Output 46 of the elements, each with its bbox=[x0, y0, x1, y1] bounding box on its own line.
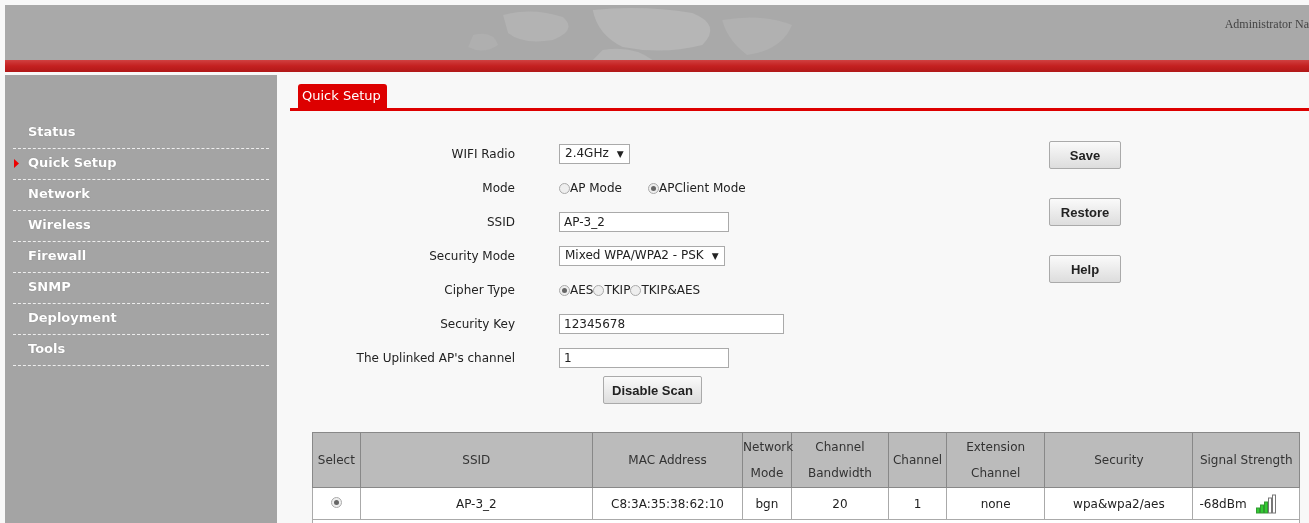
disable-scan-button[interactable]: Disable Scan bbox=[603, 376, 702, 404]
signal-icon bbox=[1256, 493, 1279, 514]
radio-button[interactable] bbox=[559, 284, 570, 296]
table-cell: none bbox=[946, 487, 1045, 520]
column-header: Extension Channel bbox=[946, 432, 1045, 488]
action-button[interactable]: Save bbox=[1049, 141, 1121, 169]
dropdown[interactable]: 2.4GHz ▼ bbox=[559, 144, 630, 164]
field-label: Security Mode bbox=[428, 249, 515, 263]
table-cell: 1 bbox=[888, 487, 947, 520]
table-cell: -68dBm bbox=[1199, 496, 1247, 511]
dropdown[interactable]: Mixed WPA/WPA2 - PSK ▼ bbox=[559, 246, 725, 266]
field-label: SSID bbox=[486, 215, 515, 229]
radio-button[interactable] bbox=[330, 496, 342, 508]
column-header: Select bbox=[312, 432, 361, 488]
radio-button[interactable] bbox=[630, 284, 642, 296]
radio-label: AP Mode bbox=[570, 181, 622, 195]
column-header: Channel bbox=[888, 432, 947, 488]
radio-label: TKIP bbox=[604, 283, 631, 297]
field-label: WIFI Radio bbox=[450, 147, 515, 161]
action-button[interactable]: Restore bbox=[1049, 198, 1121, 226]
table-cell: wpa&wpa2/aes bbox=[1044, 487, 1193, 520]
table-cell: 20 bbox=[791, 487, 889, 520]
field-label: Cipher Type bbox=[443, 283, 515, 297]
column-header: Network Mode bbox=[742, 432, 792, 488]
radio-button[interactable] bbox=[559, 182, 570, 194]
field-label: Mode bbox=[481, 181, 515, 195]
column-header: MAC Address bbox=[592, 432, 743, 488]
table-cell: AP-3_2 bbox=[360, 487, 593, 520]
column-header: SSID bbox=[360, 432, 593, 488]
column-header: Security bbox=[1044, 432, 1193, 488]
column-header: Signal Strength bbox=[1192, 432, 1300, 488]
administrator-name: Administrator Na bbox=[1224, 17, 1309, 32]
input-field[interactable]: 12345678 bbox=[559, 314, 784, 334]
radio-label: TKIP&AES bbox=[641, 283, 701, 297]
table-cell: bgn bbox=[742, 487, 792, 520]
table-cell: C8:3A:35:38:62:10 bbox=[592, 487, 743, 520]
action-button[interactable]: Help bbox=[1049, 255, 1121, 283]
field-label: The Uplinked AP's channel bbox=[355, 351, 515, 365]
radio-label: APClient Mode bbox=[658, 181, 746, 195]
quick-setup-tab[interactable]: Quick Setup bbox=[298, 84, 387, 108]
radio-button[interactable] bbox=[593, 284, 605, 296]
input-field[interactable]: AP-3_2 bbox=[559, 212, 729, 232]
radio-button[interactable] bbox=[647, 182, 659, 194]
input-field[interactable]: 1 bbox=[559, 348, 729, 368]
field-label: Security Key bbox=[439, 317, 515, 331]
radio-label: AES bbox=[570, 283, 594, 297]
